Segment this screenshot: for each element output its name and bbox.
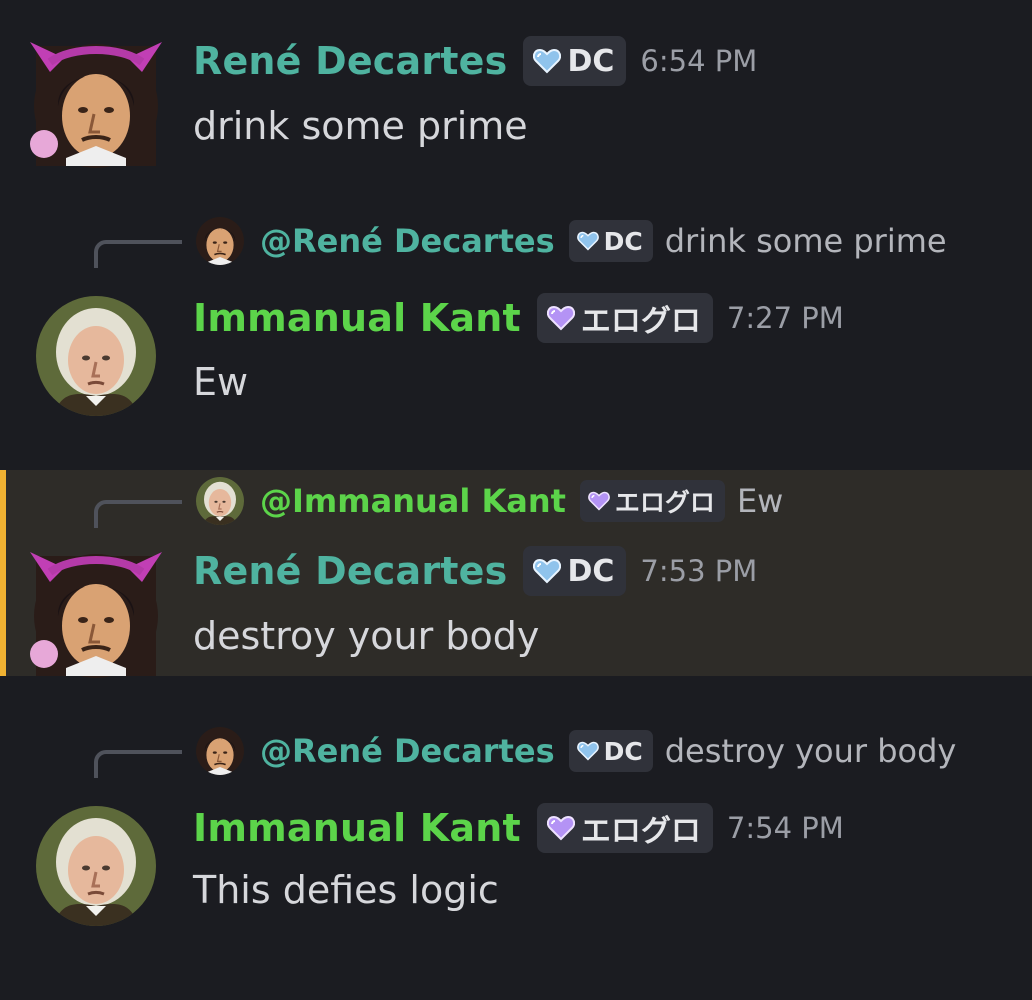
purple-heart-icon (547, 815, 575, 841)
reply-tag-label: DC (603, 226, 643, 256)
server-tag[interactable]: DC (523, 36, 627, 86)
purple-heart-icon (547, 305, 575, 331)
message-4: @René Decartes DC destroy your body Imma… (0, 700, 1032, 980)
timestamp[interactable]: 7:53 PM (640, 554, 757, 588)
reply-spine (94, 500, 182, 528)
message-3-highlighted: @Immanual Kant エログロ Ew René Decartes DC … (0, 470, 1032, 678)
message-1: René Decartes DC 6:54 PM drink some prim… (0, 0, 1032, 190)
message-text: destroy your body (193, 614, 540, 658)
blue-heart-icon (533, 48, 561, 74)
reply-avatar (196, 217, 244, 265)
reply-tag-label: DC (603, 736, 643, 766)
message-2: @René Decartes DC drink some prime Imman… (0, 190, 1032, 470)
author-name[interactable]: Immanual Kant (193, 296, 521, 340)
timestamp[interactable]: 6:54 PM (640, 44, 757, 78)
reply-preview[interactable]: @Immanual Kant エログロ Ew (94, 474, 783, 528)
tag-label: DC (567, 553, 615, 589)
server-tag[interactable]: エログロ (536, 803, 713, 853)
avatar-rene-decartes[interactable] (22, 538, 170, 686)
message-text: drink some prime (193, 104, 528, 148)
tag-label: エログロ (580, 814, 701, 849)
reply-text[interactable]: Ew (737, 482, 783, 520)
tag-label: エログロ (580, 304, 701, 339)
avatar-immanual-kant[interactable] (36, 296, 156, 416)
avatar-rene-decartes[interactable] (22, 28, 170, 176)
reply-avatar (196, 477, 244, 525)
reply-tag-label: エログロ (614, 488, 715, 517)
avatar-immanual-kant[interactable] (36, 806, 156, 926)
reply-spine (94, 750, 182, 778)
reply-mention[interactable]: @René Decartes (260, 222, 555, 260)
author-name[interactable]: Immanual Kant (193, 806, 521, 850)
reply-server-tag: DC (568, 220, 653, 262)
author-name[interactable]: René Decartes (193, 549, 507, 593)
message-text: This defies logic (193, 868, 499, 912)
timestamp[interactable]: 7:54 PM (727, 811, 844, 845)
reply-server-tag: エログロ (579, 480, 725, 522)
blue-heart-icon (533, 558, 561, 584)
reply-mention[interactable]: @Immanual Kant (260, 482, 566, 520)
reply-mention[interactable]: @René Decartes (260, 732, 555, 770)
timestamp[interactable]: 7:27 PM (727, 301, 844, 335)
tag-label: DC (567, 43, 615, 79)
message-text: Ew (193, 360, 249, 404)
author-name[interactable]: René Decartes (193, 39, 507, 83)
purple-heart-icon (588, 491, 610, 511)
server-tag[interactable]: エログロ (536, 293, 713, 343)
reply-avatar (196, 727, 244, 775)
blue-heart-icon (577, 231, 599, 251)
reply-server-tag: DC (568, 730, 653, 772)
server-tag[interactable]: DC (523, 546, 627, 596)
blue-heart-icon (577, 741, 599, 761)
reply-spine (94, 240, 182, 268)
reply-text[interactable]: destroy your body (665, 732, 957, 770)
reply-preview[interactable]: @René Decartes DC drink some prime (94, 214, 947, 268)
reply-text[interactable]: drink some prime (665, 222, 947, 260)
reply-preview[interactable]: @René Decartes DC destroy your body (94, 724, 956, 778)
